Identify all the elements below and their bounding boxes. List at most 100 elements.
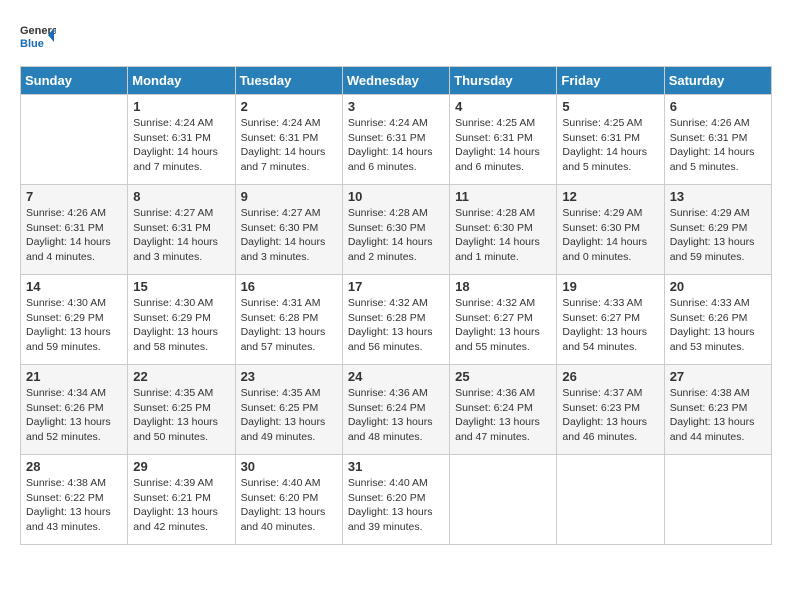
day-number: 29 xyxy=(133,459,229,474)
calendar-cell: 31 Sunrise: 4:40 AM Sunset: 6:20 PM Dayli… xyxy=(342,455,449,545)
day-number: 12 xyxy=(562,189,658,204)
day-number: 25 xyxy=(455,369,551,384)
calendar-week-row: 28 Sunrise: 4:38 AM Sunset: 6:22 PM Dayli… xyxy=(21,455,772,545)
calendar-cell: 10 Sunrise: 4:28 AM Sunset: 6:30 PM Dayli… xyxy=(342,185,449,275)
logo: General Blue xyxy=(20,20,56,56)
day-number: 31 xyxy=(348,459,444,474)
cell-text: Sunrise: 4:26 AM Sunset: 6:31 PM Dayligh… xyxy=(670,116,766,175)
cell-text: Sunrise: 4:36 AM Sunset: 6:24 PM Dayligh… xyxy=(348,386,444,445)
calendar-cell: 4 Sunrise: 4:25 AM Sunset: 6:31 PM Daylig… xyxy=(450,95,557,185)
day-number: 15 xyxy=(133,279,229,294)
calendar-cell: 13 Sunrise: 4:29 AM Sunset: 6:29 PM Dayli… xyxy=(664,185,771,275)
calendar-cell: 15 Sunrise: 4:30 AM Sunset: 6:29 PM Dayli… xyxy=(128,275,235,365)
cell-text: Sunrise: 4:26 AM Sunset: 6:31 PM Dayligh… xyxy=(26,206,122,265)
cell-text: Sunrise: 4:33 AM Sunset: 6:27 PM Dayligh… xyxy=(562,296,658,355)
day-number: 4 xyxy=(455,99,551,114)
calendar-cell: 30 Sunrise: 4:40 AM Sunset: 6:20 PM Dayli… xyxy=(235,455,342,545)
calendar-cell: 16 Sunrise: 4:31 AM Sunset: 6:28 PM Dayli… xyxy=(235,275,342,365)
calendar-week-row: 14Sunrise: 4:30 AM Sunset: 6:29 PM Dayli… xyxy=(21,275,772,365)
svg-text:Blue: Blue xyxy=(20,38,44,50)
cell-text: Sunrise: 4:32 AM Sunset: 6:28 PM Dayligh… xyxy=(348,296,444,355)
day-number: 19 xyxy=(562,279,658,294)
cell-text: Sunrise: 4:30 AM Sunset: 6:29 PM Dayligh… xyxy=(26,296,122,355)
day-number: 20 xyxy=(670,279,766,294)
cell-text: Sunrise: 4:33 AM Sunset: 6:26 PM Dayligh… xyxy=(670,296,766,355)
calendar-cell: 11Sunrise: 4:28 AM Sunset: 6:30 PM Dayli… xyxy=(450,185,557,275)
calendar-week-row: 7 Sunrise: 4:26 AM Sunset: 6:31 PM Daylig… xyxy=(21,185,772,275)
calendar-cell: 8 Sunrise: 4:27 AM Sunset: 6:31 PM Daylig… xyxy=(128,185,235,275)
calendar-cell: 6 Sunrise: 4:26 AM Sunset: 6:31 PM Daylig… xyxy=(664,95,771,185)
calendar-cell: 3Sunrise: 4:24 AM Sunset: 6:31 PM Daylig… xyxy=(342,95,449,185)
header: General Blue xyxy=(20,20,772,56)
logo-svg: General Blue xyxy=(20,20,56,56)
cell-text: Sunrise: 4:25 AM Sunset: 6:31 PM Dayligh… xyxy=(455,116,551,175)
day-number: 1 xyxy=(133,99,229,114)
day-number: 24 xyxy=(348,369,444,384)
day-number: 26 xyxy=(562,369,658,384)
calendar-cell: 17 Sunrise: 4:32 AM Sunset: 6:28 PM Dayli… xyxy=(342,275,449,365)
day-header: Friday xyxy=(557,67,664,95)
calendar-cell: 26 Sunrise: 4:37 AM Sunset: 6:23 PM Dayli… xyxy=(557,365,664,455)
cell-text: Sunrise: 4:40 AM Sunset: 6:20 PM Dayligh… xyxy=(241,476,337,535)
calendar-week-row: 21Sunrise: 4:34 AM Sunset: 6:26 PM Dayli… xyxy=(21,365,772,455)
day-number: 16 xyxy=(241,279,337,294)
calendar-cell: 28 Sunrise: 4:38 AM Sunset: 6:22 PM Dayli… xyxy=(21,455,128,545)
day-number: 21 xyxy=(26,369,122,384)
cell-text: Sunrise: 4:29 AM Sunset: 6:30 PM Dayligh… xyxy=(562,206,658,265)
day-number: 9 xyxy=(241,189,337,204)
cell-text: Sunrise: 4:30 AM Sunset: 6:29 PM Dayligh… xyxy=(133,296,229,355)
calendar-cell xyxy=(21,95,128,185)
cell-text: Sunrise: 4:38 AM Sunset: 6:22 PM Dayligh… xyxy=(26,476,122,535)
day-number: 17 xyxy=(348,279,444,294)
calendar-cell: 24 Sunrise: 4:36 AM Sunset: 6:24 PM Dayli… xyxy=(342,365,449,455)
day-number: 3 xyxy=(348,99,444,114)
cell-text: Sunrise: 4:36 AM Sunset: 6:24 PM Dayligh… xyxy=(455,386,551,445)
cell-text: Sunrise: 4:28 AM Sunset: 6:30 PM Dayligh… xyxy=(455,206,551,265)
calendar-table: SundayMondayTuesdayWednesdayThursdayFrid… xyxy=(20,66,772,545)
calendar-cell: 23 Sunrise: 4:35 AM Sunset: 6:25 PM Dayli… xyxy=(235,365,342,455)
day-number: 30 xyxy=(241,459,337,474)
day-header: Tuesday xyxy=(235,67,342,95)
calendar-cell: 7 Sunrise: 4:26 AM Sunset: 6:31 PM Daylig… xyxy=(21,185,128,275)
calendar-cell: 1 Sunrise: 4:24 AM Sunset: 6:31 PM Daylig… xyxy=(128,95,235,185)
calendar-cell xyxy=(450,455,557,545)
calendar-cell: 20 Sunrise: 4:33 AM Sunset: 6:26 PM Dayli… xyxy=(664,275,771,365)
calendar-cell: 2Sunrise: 4:24 AM Sunset: 6:31 PM Daylig… xyxy=(235,95,342,185)
cell-text: Sunrise: 4:31 AM Sunset: 6:28 PM Dayligh… xyxy=(241,296,337,355)
cell-text: Sunrise: 4:27 AM Sunset: 6:31 PM Dayligh… xyxy=(133,206,229,265)
calendar-cell: 9 Sunrise: 4:27 AM Sunset: 6:30 PM Daylig… xyxy=(235,185,342,275)
calendar-cell: 29Sunrise: 4:39 AM Sunset: 6:21 PM Dayli… xyxy=(128,455,235,545)
calendar-body: 1 Sunrise: 4:24 AM Sunset: 6:31 PM Daylig… xyxy=(21,95,772,545)
day-number: 8 xyxy=(133,189,229,204)
calendar-cell: 19 Sunrise: 4:33 AM Sunset: 6:27 PM Dayli… xyxy=(557,275,664,365)
cell-text: Sunrise: 4:28 AM Sunset: 6:30 PM Dayligh… xyxy=(348,206,444,265)
cell-text: Sunrise: 4:29 AM Sunset: 6:29 PM Dayligh… xyxy=(670,206,766,265)
day-number: 23 xyxy=(241,369,337,384)
day-number: 6 xyxy=(670,99,766,114)
day-number: 18 xyxy=(455,279,551,294)
calendar-cell: 27Sunrise: 4:38 AM Sunset: 6:23 PM Dayli… xyxy=(664,365,771,455)
cell-text: Sunrise: 4:35 AM Sunset: 6:25 PM Dayligh… xyxy=(241,386,337,445)
day-number: 7 xyxy=(26,189,122,204)
cell-text: Sunrise: 4:32 AM Sunset: 6:27 PM Dayligh… xyxy=(455,296,551,355)
cell-text: Sunrise: 4:37 AM Sunset: 6:23 PM Dayligh… xyxy=(562,386,658,445)
cell-text: Sunrise: 4:24 AM Sunset: 6:31 PM Dayligh… xyxy=(133,116,229,175)
cell-text: Sunrise: 4:25 AM Sunset: 6:31 PM Dayligh… xyxy=(562,116,658,175)
day-header: Sunday xyxy=(21,67,128,95)
day-number: 5 xyxy=(562,99,658,114)
day-header: Monday xyxy=(128,67,235,95)
calendar-cell: 22 Sunrise: 4:35 AM Sunset: 6:25 PM Dayli… xyxy=(128,365,235,455)
day-number: 13 xyxy=(670,189,766,204)
day-number: 22 xyxy=(133,369,229,384)
day-header: Saturday xyxy=(664,67,771,95)
cell-text: Sunrise: 4:27 AM Sunset: 6:30 PM Dayligh… xyxy=(241,206,337,265)
cell-text: Sunrise: 4:40 AM Sunset: 6:20 PM Dayligh… xyxy=(348,476,444,535)
calendar-cell xyxy=(557,455,664,545)
calendar-cell: 18 Sunrise: 4:32 AM Sunset: 6:27 PM Dayli… xyxy=(450,275,557,365)
day-number: 10 xyxy=(348,189,444,204)
cell-text: Sunrise: 4:35 AM Sunset: 6:25 PM Dayligh… xyxy=(133,386,229,445)
calendar-cell: 25 Sunrise: 4:36 AM Sunset: 6:24 PM Dayli… xyxy=(450,365,557,455)
cell-text: Sunrise: 4:24 AM Sunset: 6:31 PM Dayligh… xyxy=(241,116,337,175)
calendar-cell xyxy=(664,455,771,545)
day-number: 28 xyxy=(26,459,122,474)
